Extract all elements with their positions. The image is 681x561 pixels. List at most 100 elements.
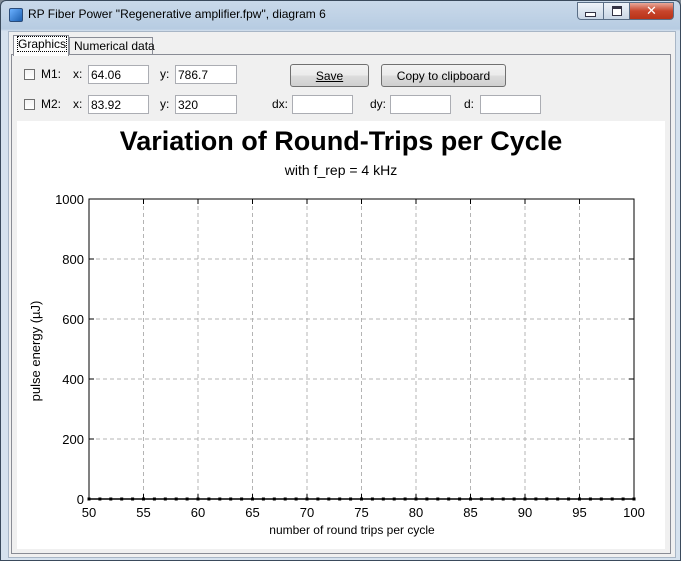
dy-field[interactable]	[390, 95, 451, 114]
data-point	[174, 497, 178, 501]
data-point	[588, 497, 592, 501]
data-point	[370, 497, 374, 501]
grid	[89, 199, 634, 499]
data-point	[98, 497, 102, 501]
x-tick-label: 75	[354, 505, 368, 520]
dx-field[interactable]	[292, 95, 353, 114]
data-point	[490, 497, 494, 501]
m1-y-label: y:	[160, 67, 170, 81]
y-tick-label: 200	[62, 432, 84, 447]
x-tick-label: 65	[245, 505, 259, 520]
tab-numerical-data[interactable]: Numerical data	[69, 37, 155, 54]
y-tick-label: 1000	[55, 192, 84, 207]
x-tick-label: 95	[572, 505, 586, 520]
m1-x-field[interactable]: 64.06	[88, 65, 149, 84]
app-window: RP Fiber Power "Regenerative amplifier.f…	[0, 0, 681, 561]
x-tick-label: 85	[463, 505, 477, 520]
data-point	[251, 497, 254, 501]
y-tick-label: 0	[77, 492, 84, 507]
data-point	[152, 497, 156, 501]
graphics-panel: M1: x: 64.06 y: 786.7 Save Copy to clipb…	[11, 54, 671, 554]
y-tick-label: 400	[62, 372, 84, 387]
x-tick-label: 50	[82, 505, 96, 520]
data-point	[381, 497, 385, 501]
close-icon: ✕	[646, 3, 657, 19]
m2-y-field[interactable]: 320	[175, 95, 237, 114]
data-point	[207, 497, 211, 501]
data-point	[599, 497, 603, 501]
data-point	[327, 497, 331, 501]
tab-graphics-label: Graphics	[16, 36, 68, 52]
chart-area[interactable]: Variation of Round-Trips per Cycle with …	[17, 121, 665, 549]
data-point	[479, 497, 483, 501]
data-point	[578, 497, 581, 501]
maximize-button[interactable]	[604, 2, 630, 20]
m2-x-field[interactable]: 83.92	[88, 95, 149, 114]
x-tick-label: 90	[518, 505, 532, 520]
data-point	[610, 497, 614, 501]
data-point	[469, 497, 472, 501]
x-tick-label: 100	[623, 505, 645, 520]
m1-x-label: x:	[73, 67, 83, 81]
dy-label: dy:	[370, 97, 387, 111]
data-point	[196, 497, 200, 501]
chart-subtitle: with f_rep = 4 kHz	[284, 162, 397, 178]
data-point	[305, 497, 309, 501]
data-point	[185, 497, 189, 501]
data-point	[163, 497, 167, 501]
title-bar[interactable]: RP Fiber Power "Regenerative amplifier.f…	[1, 1, 680, 29]
data-point	[534, 497, 538, 501]
data-point	[458, 497, 462, 501]
data-point	[87, 497, 91, 501]
minimize-icon	[585, 11, 596, 17]
chart-title: Variation of Round-Trips per Cycle	[120, 126, 563, 156]
x-tick-label: 60	[191, 505, 205, 520]
m1-label: M1:	[41, 67, 62, 81]
data-point	[294, 497, 298, 501]
chart-svg: Variation of Round-Trips per Cycle with …	[28, 126, 645, 537]
m1-checkbox[interactable]	[24, 69, 35, 80]
data-point	[512, 497, 516, 501]
data-point	[414, 497, 418, 501]
tab-graphics[interactable]: Graphics	[13, 35, 69, 56]
data-point	[360, 497, 363, 501]
copy-to-clipboard-button[interactable]: Copy to clipboard	[381, 64, 506, 87]
data-point	[142, 497, 145, 501]
app-icon	[9, 8, 23, 22]
data-point	[447, 497, 451, 501]
window-controls: ✕	[577, 2, 674, 21]
maximize-icon	[611, 6, 622, 16]
data-point	[229, 497, 233, 501]
m2-x-label: x:	[73, 97, 83, 111]
data-point	[240, 497, 244, 501]
data-point	[545, 497, 549, 501]
copy-button-label: Copy to clipboard	[396, 68, 491, 83]
y-axis-label: pulse energy (µJ)	[28, 301, 43, 402]
x-axis-label: number of round trips per cycle	[269, 523, 435, 537]
data-point	[338, 497, 342, 501]
m2-checkbox[interactable]	[24, 99, 35, 110]
data-point	[131, 497, 135, 501]
data-point	[632, 497, 636, 501]
data-point	[556, 497, 560, 501]
data-point	[403, 497, 407, 501]
data-point	[109, 497, 113, 501]
tab-numerical-data-label: Numerical data	[74, 39, 155, 53]
d-field[interactable]	[480, 95, 541, 114]
x-tick-label: 80	[409, 505, 423, 520]
data-point	[283, 497, 287, 501]
save-button[interactable]: Save	[290, 64, 369, 87]
data-point	[436, 497, 440, 501]
y-tick-label: 800	[62, 252, 84, 267]
d-label: d:	[464, 97, 475, 111]
close-button[interactable]: ✕	[630, 2, 674, 20]
data-point	[523, 497, 527, 501]
data-point	[425, 497, 429, 501]
m1-y-field[interactable]: 786.7	[175, 65, 237, 84]
minimize-button[interactable]	[577, 2, 604, 20]
data-point	[501, 497, 505, 501]
data-point	[349, 497, 353, 501]
data-point	[567, 497, 571, 501]
series	[87, 497, 636, 501]
dx-label: dx:	[272, 97, 289, 111]
